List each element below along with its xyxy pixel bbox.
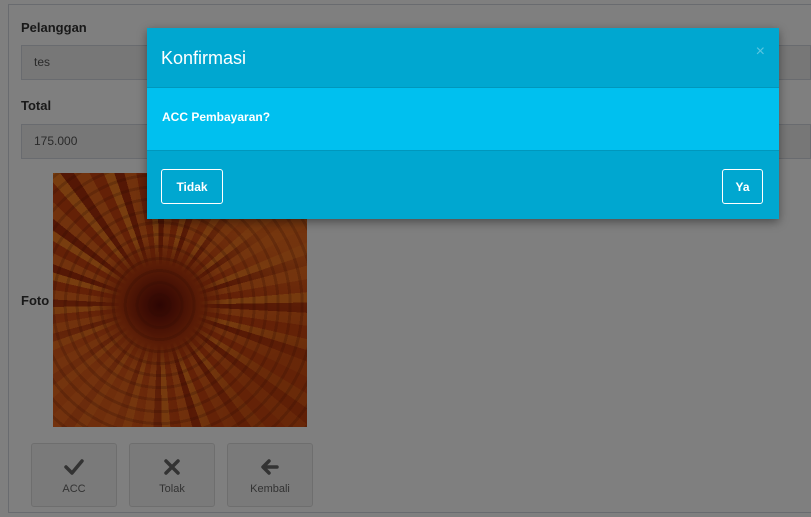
close-icon[interactable]: × bbox=[756, 44, 765, 60]
modal-footer: Tidak Ya bbox=[147, 150, 779, 219]
modal-header: Konfirmasi × bbox=[147, 28, 779, 88]
confirm-modal: Konfirmasi × ACC Pembayaran? Tidak Ya bbox=[147, 28, 779, 219]
cancel-button[interactable]: Tidak bbox=[161, 169, 223, 204]
modal-message: ACC Pembayaran? bbox=[162, 110, 271, 124]
modal-title: Konfirmasi bbox=[161, 48, 247, 68]
confirm-button[interactable]: Ya bbox=[722, 169, 763, 204]
modal-body: ACC Pembayaran? bbox=[147, 88, 779, 150]
